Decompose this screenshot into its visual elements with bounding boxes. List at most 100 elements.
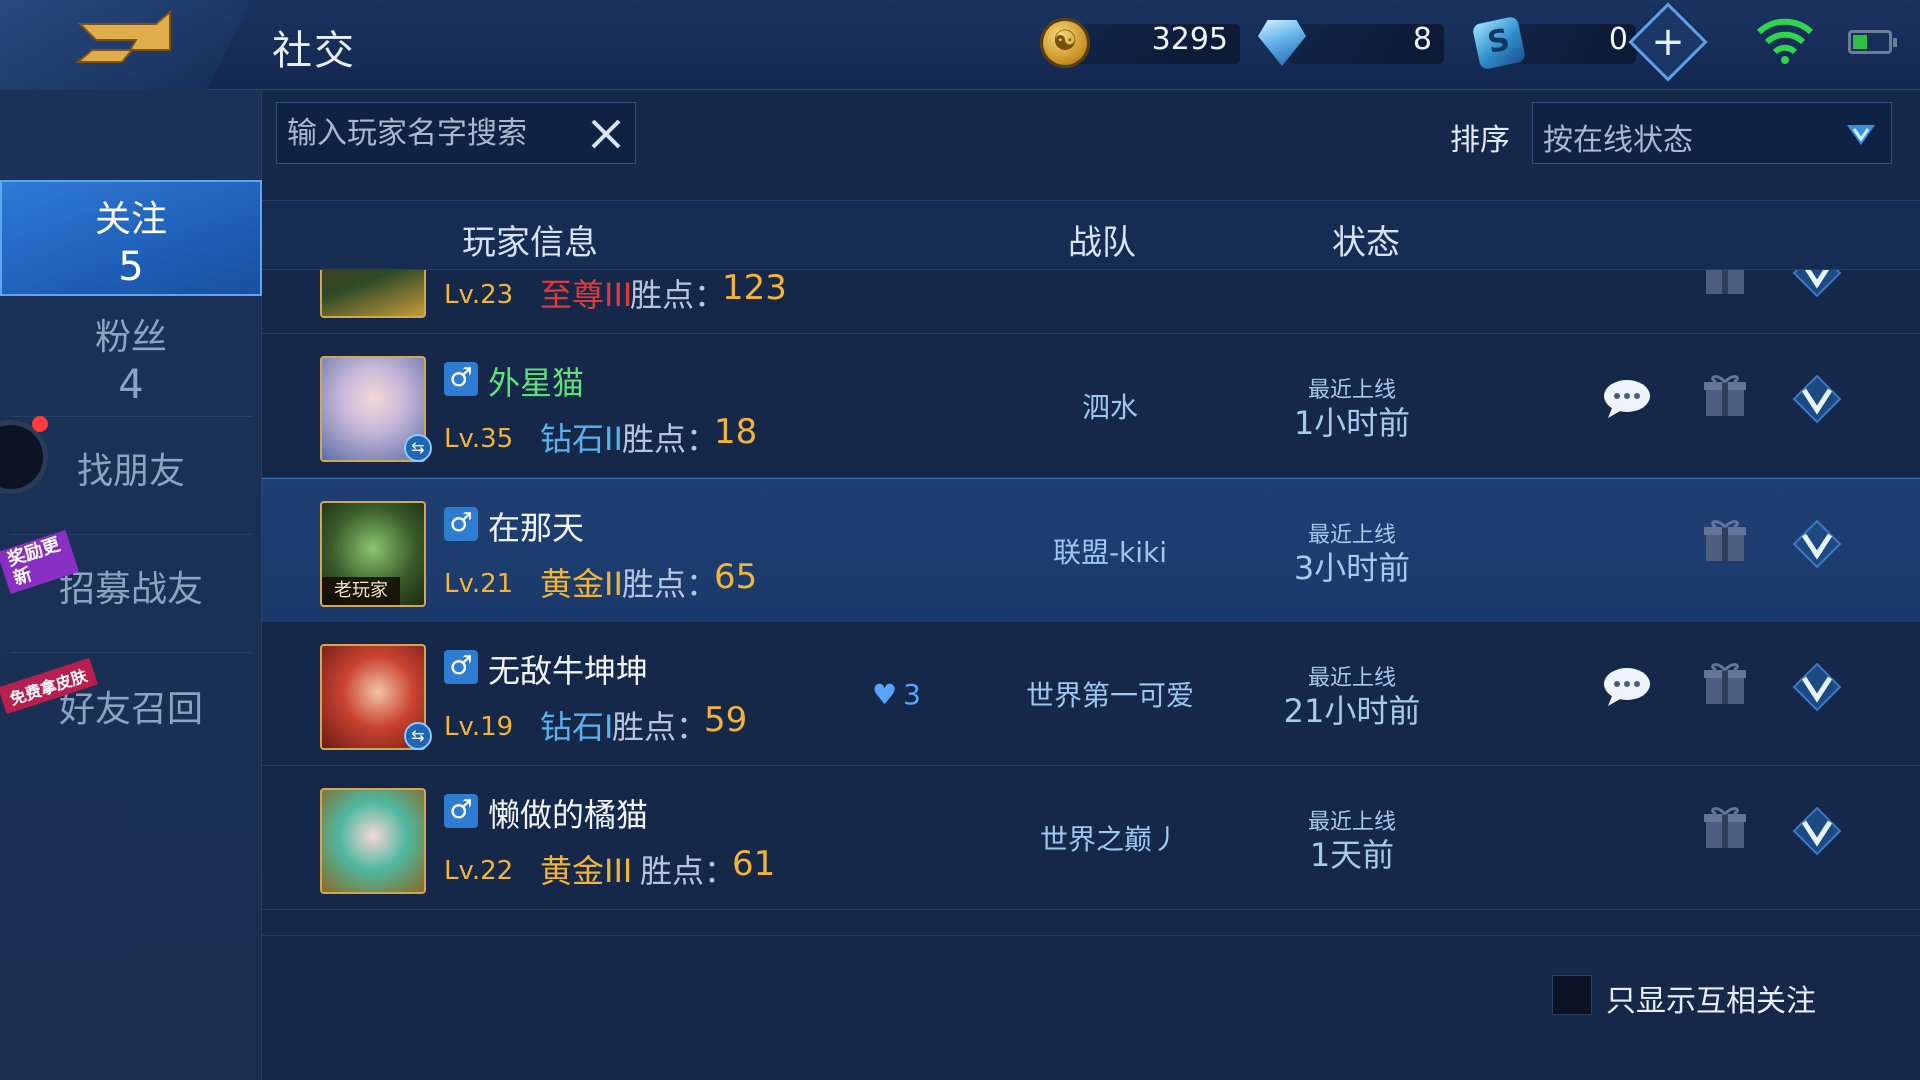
- avatar[interactable]: [320, 788, 426, 894]
- player-rank: 黄金II: [540, 565, 623, 603]
- team-name[interactable]: 联盟-kiki: [990, 531, 1230, 571]
- plus-icon: +: [1651, 19, 1685, 65]
- sidebar-item-label: 粉丝: [94, 317, 167, 358]
- heart-icon: ♥: [872, 678, 898, 711]
- status-value: 3小时前: [1293, 549, 1411, 587]
- points-label: 胜点：: [630, 276, 727, 314]
- table-row[interactable]: ⇆ ♂ 外星猫 Lv.35 钻石II 胜点： 18 泗水 最近上线 1小时前: [262, 334, 1920, 478]
- chat-icon[interactable]: [1602, 378, 1652, 418]
- coin-icon: [1040, 18, 1090, 68]
- player-points: 59: [704, 700, 748, 740]
- gift-icon[interactable]: [1702, 804, 1748, 850]
- team-name[interactable]: 世界第一可爱: [990, 674, 1230, 714]
- back-icon[interactable]: [70, 10, 190, 76]
- diamond-counter: 8: [1258, 14, 1444, 70]
- gift-icon[interactable]: [1702, 660, 1748, 706]
- player-rank: 至尊III: [540, 276, 633, 314]
- gift-icon[interactable]: [1702, 270, 1748, 296]
- male-icon: ♂: [444, 794, 478, 828]
- sidebar: 关注 5 粉丝 4 找朋友 招募战友 奖励更新 好友召回 免费拿皮肤: [0, 90, 262, 1080]
- gift-icon[interactable]: [1702, 517, 1748, 563]
- voucher-counter: 0: [1471, 14, 1636, 71]
- chevron-down-icon[interactable]: [1792, 374, 1842, 424]
- player-name: 无敌牛坤坤: [488, 652, 649, 690]
- sidebar-item-find-friends[interactable]: 找朋友: [0, 442, 262, 532]
- status-value: 1天前: [1309, 836, 1395, 874]
- team-name[interactable]: 泗水: [990, 386, 1230, 426]
- player-level: Lv.19: [444, 712, 514, 742]
- player-points: 65: [714, 557, 758, 597]
- status-value: 1小时前: [1293, 404, 1411, 442]
- column-header-status: 状态: [1332, 223, 1400, 263]
- column-header-team: 战队: [1068, 223, 1136, 263]
- chat-icon[interactable]: [1602, 666, 1652, 706]
- page-title: 社交: [272, 28, 356, 74]
- close-icon[interactable]: [587, 115, 625, 153]
- swap-icon: ⇆: [404, 434, 432, 462]
- notification-dot: [32, 416, 48, 432]
- add-currency-button[interactable]: +: [1628, 2, 1708, 82]
- male-icon: ♂: [444, 507, 478, 541]
- table-row[interactable]: ⇆ ♂ 无敌牛坤坤 Lv.19 钻石I 胜点： 59 ♥ 3 世界第一可爱 最近上…: [262, 622, 1920, 766]
- veteran-badge: 老玩家: [322, 577, 400, 605]
- mutual-only-checkbox[interactable]: [1552, 975, 1592, 1015]
- player-points: 18: [714, 412, 758, 452]
- player-level: Lv.35: [444, 424, 514, 454]
- player-name: 在那天: [488, 509, 585, 547]
- sidebar-item-fans[interactable]: 粉丝 4: [0, 308, 262, 408]
- male-icon: ♂: [444, 650, 478, 684]
- chevron-down-icon[interactable]: [1792, 662, 1842, 712]
- sidebar-item-following[interactable]: 关注 5: [0, 180, 262, 296]
- avatar[interactable]: 老玩家: [320, 501, 426, 607]
- column-header-player: 玩家信息: [462, 223, 598, 263]
- table-row[interactable]: Lv.23 至尊III 胜点： 123: [262, 270, 1920, 334]
- points-label: 胜点：: [622, 420, 719, 458]
- team-name[interactable]: 世界之巅丿: [990, 818, 1230, 858]
- divider: [10, 416, 252, 417]
- points-label: 胜点：: [640, 852, 737, 890]
- table-row[interactable]: 老玩家 ♂ 在那天 Lv.21 黄金II 胜点： 65 联盟-kiki 最近上线…: [262, 478, 1920, 622]
- player-rank: 钻石I: [540, 708, 614, 746]
- points-label: 胜点：: [612, 708, 709, 746]
- player-points: 61: [732, 844, 776, 884]
- following-count: 5: [118, 244, 144, 290]
- swap-icon: ⇆: [404, 722, 432, 750]
- coin-counter: 3295: [1040, 14, 1240, 70]
- chevron-down-icon[interactable]: [1792, 806, 1842, 856]
- chevron-down-icon: [1847, 125, 1875, 145]
- fans-count: 4: [118, 362, 144, 408]
- gift-icon[interactable]: [1702, 372, 1748, 418]
- battery-icon: [1848, 30, 1897, 54]
- sidebar-item-label: 关注: [94, 199, 167, 240]
- player-level: Lv.21: [444, 569, 514, 599]
- divider: [10, 652, 252, 653]
- sort-dropdown[interactable]: 按在线状态: [1532, 102, 1892, 164]
- chevron-down-icon[interactable]: [1792, 519, 1842, 569]
- coin-value: 3295: [1151, 22, 1228, 57]
- intimacy-indicator: ♥ 3: [872, 678, 921, 711]
- player-level: Lv.22: [444, 856, 514, 886]
- friend-list[interactable]: Lv.23 至尊III 胜点： 123 ⇆ ♂ 外星猫 Lv.35 钻石II 胜…: [262, 270, 1920, 935]
- voucher-icon: [1471, 15, 1527, 71]
- search-input[interactable]: [287, 111, 577, 155]
- wifi-icon: [1756, 18, 1814, 64]
- top-bar: 社交 3295 8 0 +: [0, 0, 1920, 105]
- points-label: 胜点：: [622, 565, 719, 603]
- table-row[interactable]: ♂ 懒做的橘猫 Lv.22 黄金III 胜点： 61 世界之巅丿 最近上线 1天…: [262, 766, 1920, 910]
- table-header: 玩家信息 战队 状态: [262, 200, 1920, 270]
- divider: [10, 534, 252, 535]
- player-rank: 钻石II: [540, 420, 623, 458]
- player-level: Lv.23: [444, 280, 514, 310]
- intimacy-value: 3: [903, 678, 921, 711]
- chevron-down-icon[interactable]: [1792, 270, 1842, 298]
- male-icon: ♂: [444, 362, 478, 396]
- mutual-only-label[interactable]: 只显示互相关注: [1606, 976, 1816, 1020]
- sort-label: 排序: [1450, 123, 1510, 158]
- sort-value: 按在线状态: [1543, 123, 1693, 158]
- avatar[interactable]: [320, 270, 426, 318]
- diamond-value: 8: [1412, 22, 1432, 57]
- player-rank: 黄金III: [540, 852, 633, 890]
- player-points: 123: [722, 270, 787, 308]
- status-value: 21小时前: [1283, 692, 1421, 730]
- sidebar-item-label: 找朋友: [76, 451, 185, 492]
